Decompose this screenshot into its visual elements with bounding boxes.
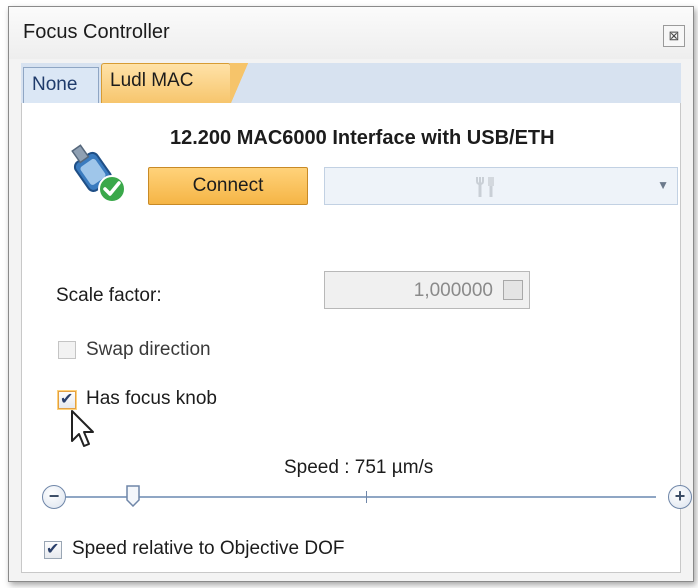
speed-decrease-button[interactable]: − bbox=[42, 485, 66, 509]
speed-increase-button[interactable]: + bbox=[668, 485, 692, 509]
mouse-cursor-icon bbox=[71, 410, 94, 447]
tab-panel: 12.200 MAC6000 Interface with USB/ETH Co… bbox=[21, 103, 692, 573]
tab-none[interactable]: None bbox=[23, 67, 99, 103]
focus-controller-window: Focus Controller ⊠ None Ludl MAC 12.200 … bbox=[8, 6, 694, 582]
tab-strip: None Ludl MAC bbox=[21, 63, 681, 105]
device-name: 12.200 MAC6000 Interface with USB/ETH bbox=[170, 127, 555, 149]
has-focus-knob-label: Has focus knob bbox=[86, 388, 217, 409]
tab-ludl-mac[interactable]: Ludl MAC bbox=[101, 63, 248, 105]
check-icon: ✔ bbox=[60, 391, 74, 408]
window-title: Focus Controller bbox=[23, 21, 170, 43]
swap-direction-checkbox[interactable] bbox=[58, 341, 76, 359]
dropdown-arrow-icon: ▼ bbox=[657, 178, 669, 192]
speed-label: Speed : 751 µm/s bbox=[284, 457, 434, 478]
close-button[interactable]: ⊠ bbox=[663, 25, 685, 47]
scale-factor-input[interactable]: 1,000000 bbox=[324, 271, 530, 309]
has-focus-knob-checkbox[interactable]: ✔ bbox=[58, 391, 76, 409]
title-bar: Focus Controller ⊠ bbox=[9, 7, 693, 59]
speed-relative-label: Speed relative to Objective DOF bbox=[72, 538, 345, 559]
connect-button[interactable]: Connect bbox=[148, 167, 308, 205]
check-icon: ✔ bbox=[46, 541, 60, 558]
speed-slider-tick bbox=[366, 491, 367, 503]
speed-relative-checkbox[interactable]: ✔ bbox=[44, 541, 62, 559]
connected-device-icon bbox=[71, 144, 126, 203]
tools-icon bbox=[476, 177, 494, 197]
device-select[interactable]: ▼ bbox=[324, 167, 678, 205]
speed-slider-track[interactable] bbox=[66, 496, 656, 498]
scale-factor-value: 1,000000 bbox=[413, 280, 493, 301]
speed-slider-thumb[interactable] bbox=[126, 485, 140, 507]
swap-direction-label: Swap direction bbox=[86, 339, 211, 360]
calculator-icon[interactable] bbox=[503, 280, 523, 300]
scale-factor-label: Scale factor: bbox=[56, 285, 162, 306]
